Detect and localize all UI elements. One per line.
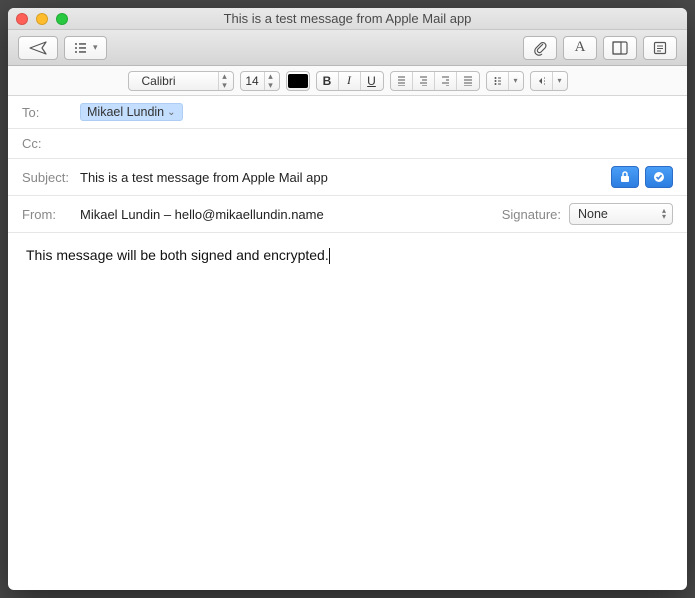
indent-select[interactable]: ▾ <box>530 71 568 91</box>
to-label: To: <box>22 105 80 120</box>
text-cursor <box>329 248 330 264</box>
signature-value: None <box>578 207 608 221</box>
checkmark-seal-icon <box>652 170 666 184</box>
attach-button[interactable] <box>523 36 557 60</box>
from-label: From: <box>22 207 80 222</box>
list-style-select[interactable]: ▾ <box>486 71 524 91</box>
align-center-button[interactable] <box>413 72 435 90</box>
sign-button[interactable] <box>645 166 673 188</box>
photo-browser-button[interactable] <box>603 36 637 60</box>
format-bar: Calibri ▴▾ 14 ▴▾ B I U <box>8 66 687 96</box>
underline-button[interactable]: U <box>361 72 383 90</box>
signature-select[interactable]: None ▴▾ <box>569 203 673 225</box>
text-color-button[interactable] <box>286 71 310 91</box>
color-swatch-icon <box>288 74 308 88</box>
header-fields: To: Mikael Lundin Cc: Subject: This is a… <box>8 96 687 233</box>
list-icon <box>494 76 501 86</box>
font-family-value: Calibri <box>136 74 211 88</box>
font-size-select[interactable]: 14 ▴▾ <box>240 71 280 91</box>
recipient-token[interactable]: Mikael Lundin <box>80 103 183 121</box>
toolbar: ▾ A <box>8 30 687 66</box>
header-fields-button[interactable]: ▾ <box>64 36 107 60</box>
alignment-group <box>390 71 480 91</box>
lock-icon <box>619 170 631 184</box>
align-left-icon <box>398 76 405 86</box>
chevron-up-down-icon: ▴▾ <box>662 208 666 220</box>
align-left-button[interactable] <box>391 72 413 90</box>
to-field-row[interactable]: To: Mikael Lundin <box>8 96 687 129</box>
minimize-icon[interactable] <box>36 13 48 25</box>
close-icon[interactable] <box>16 13 28 25</box>
indent-icon <box>538 76 545 86</box>
from-field-row: From: Mikael Lundin – hello@mikaellundin… <box>8 196 687 233</box>
align-center-icon <box>420 76 427 86</box>
stationery-button[interactable] <box>643 36 677 60</box>
bold-button[interactable]: B <box>317 72 339 90</box>
italic-button[interactable]: I <box>339 72 361 90</box>
compose-window: This is a test message from Apple Mail a… <box>8 8 687 590</box>
font-family-select[interactable]: Calibri ▴▾ <box>128 71 234 91</box>
align-right-icon <box>442 76 449 86</box>
body-text: This message will be both signed and enc… <box>26 247 329 263</box>
subject-label: Subject: <box>22 170 80 185</box>
align-justify-icon <box>464 76 472 86</box>
format-button[interactable]: A <box>563 36 597 60</box>
subject-field-row[interactable]: Subject: This is a test message from App… <box>8 159 687 196</box>
window-title: This is a test message from Apple Mail a… <box>8 11 687 26</box>
subject-value[interactable]: This is a test message from Apple Mail a… <box>80 170 603 185</box>
titlebar[interactable]: This is a test message from Apple Mail a… <box>8 8 687 30</box>
signature-label: Signature: <box>502 207 561 222</box>
text-style-group: B I U <box>316 71 384 91</box>
align-right-button[interactable] <box>435 72 457 90</box>
send-button[interactable] <box>18 36 58 60</box>
cc-field-row[interactable]: Cc: <box>8 129 687 159</box>
font-size-value: 14 <box>245 74 258 88</box>
align-justify-button[interactable] <box>457 72 479 90</box>
encrypt-button[interactable] <box>611 166 639 188</box>
message-body[interactable]: This message will be both signed and enc… <box>8 233 687 590</box>
window-controls <box>16 13 68 25</box>
cc-label: Cc: <box>22 136 80 151</box>
from-value[interactable]: Mikael Lundin – hello@mikaellundin.name <box>80 207 502 222</box>
zoom-icon[interactable] <box>56 13 68 25</box>
